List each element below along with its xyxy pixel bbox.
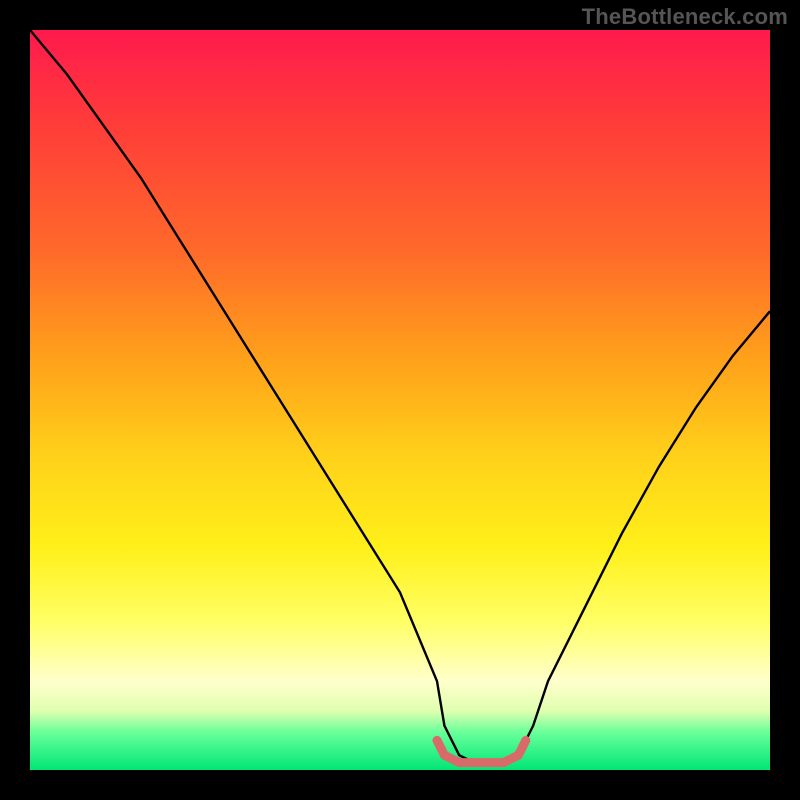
plot-area xyxy=(30,30,770,770)
chart-frame: TheBottleneck.com xyxy=(0,0,800,800)
optimal-range-marker-path xyxy=(437,740,526,762)
bottleneck-curve-path xyxy=(30,30,770,763)
watermark-text: TheBottleneck.com xyxy=(582,4,788,30)
chart-svg xyxy=(30,30,770,770)
